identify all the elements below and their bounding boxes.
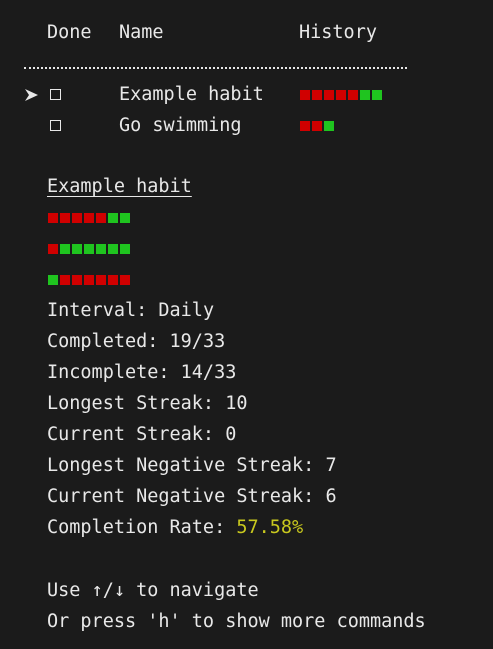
stat-current-streak: Current Streak: 0: [47, 424, 236, 446]
stat-label: Longest Streak:: [47, 393, 226, 414]
missed-day-cell: [336, 90, 346, 100]
header-history: History: [299, 22, 377, 43]
completed-day-cell: [72, 244, 82, 254]
completed-day-cell: [120, 213, 130, 223]
missed-day-cell: [72, 213, 82, 223]
missed-day-cell: [84, 275, 94, 285]
missed-day-cell: [300, 121, 310, 131]
habit-name[interactable]: Example habit: [119, 84, 264, 106]
arrow-pointer-icon: [24, 84, 40, 106]
missed-day-cell: [72, 275, 82, 285]
completed-day-cell: [360, 90, 370, 100]
stat-label: Completed:: [47, 331, 170, 352]
stat-label: Completion Rate:: [47, 517, 237, 538]
completed-day-cell: [324, 121, 334, 131]
completed-day-cell: [84, 244, 94, 254]
stat-value: 14/33: [180, 362, 237, 383]
missed-day-cell: [108, 275, 118, 285]
stat-label: Longest Negative Streak:: [47, 455, 326, 476]
stat-value: 7: [325, 455, 337, 476]
missed-day-cell: [60, 275, 70, 285]
habit-name[interactable]: Go swimming: [119, 115, 242, 137]
missed-day-cell: [96, 213, 106, 223]
header-done: Done: [47, 22, 92, 43]
stat-value: 10: [225, 393, 248, 414]
stat-current-negative-streak: Current Negative Streak: 6: [47, 486, 337, 508]
stat-completion-rate: Completion Rate: 57.58%: [47, 517, 303, 539]
stat-value: 0: [225, 424, 237, 445]
stat-value: 6: [325, 486, 337, 507]
header-divider: [24, 67, 407, 69]
detail-history-row: [48, 213, 130, 223]
missed-day-cell: [96, 275, 106, 285]
terminal-window: Done Name History Example habit Go swimm…: [0, 0, 493, 649]
completed-day-cell: [108, 213, 118, 223]
completed-day-cell: [96, 244, 106, 254]
detail-history-row: [48, 275, 130, 285]
missed-day-cell: [312, 90, 322, 100]
completed-day-cell: [108, 244, 118, 254]
stat-value: 19/33: [169, 331, 226, 352]
missed-day-cell: [48, 244, 58, 254]
stat-longest-streak: Longest Streak: 10: [47, 393, 248, 415]
stat-longest-negative-streak: Longest Negative Streak: 7: [47, 455, 337, 477]
completed-day-cell: [120, 244, 130, 254]
detail-title: Example habit: [47, 176, 192, 197]
completed-day-cell: [372, 90, 382, 100]
missed-day-cell: [312, 121, 322, 131]
stat-label: Current Negative Streak:: [47, 486, 326, 507]
detail-history-row: [48, 244, 130, 254]
checkbox-icon[interactable]: [50, 89, 61, 100]
help-more-commands: Or press 'h' to show more commands: [47, 611, 426, 632]
habit-history: [300, 90, 382, 100]
checkbox-icon[interactable]: [50, 120, 61, 131]
missed-day-cell: [120, 275, 130, 285]
stat-incomplete: Incomplete: 14/33: [47, 362, 236, 384]
stat-completed: Completed: 19/33: [47, 331, 225, 353]
stat-interval: Interval: Daily: [47, 300, 214, 322]
completed-day-cell: [60, 244, 70, 254]
completion-rate-value: 57.58%: [236, 517, 304, 538]
missed-day-cell: [48, 213, 58, 223]
stat-label: Interval:: [47, 300, 159, 321]
missed-day-cell: [300, 90, 310, 100]
help-navigate: Use ↑/↓ to navigate: [47, 580, 259, 601]
stat-value: Daily: [158, 300, 215, 321]
missed-day-cell: [60, 213, 70, 223]
header-name: Name: [119, 22, 164, 43]
missed-day-cell: [348, 90, 358, 100]
habit-history: [300, 121, 334, 131]
stat-label: Current Streak:: [47, 424, 226, 445]
missed-day-cell: [84, 213, 94, 223]
missed-day-cell: [324, 90, 334, 100]
completed-day-cell: [48, 275, 58, 285]
stat-label: Incomplete:: [47, 362, 181, 383]
